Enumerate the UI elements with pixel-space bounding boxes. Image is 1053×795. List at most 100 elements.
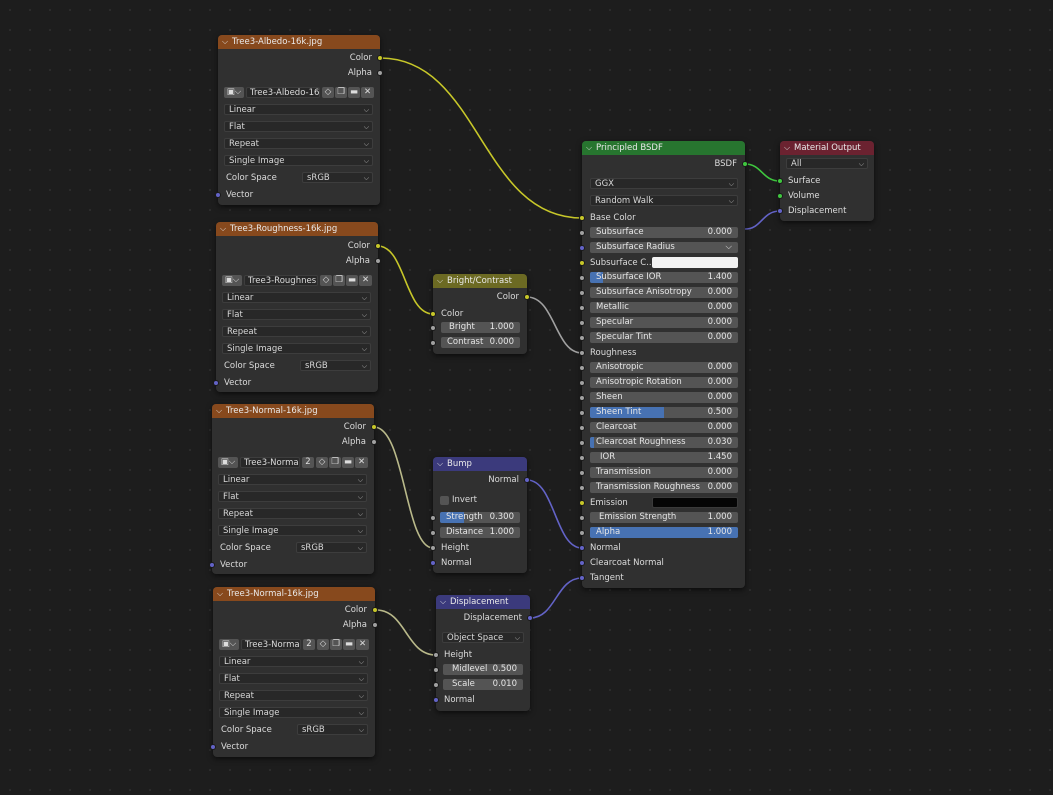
socket-alpha-out[interactable] — [375, 258, 381, 264]
interpolation-dropdown[interactable]: Linear ⌵ — [224, 104, 373, 115]
color-space-dropdown[interactable]: sRGB ⌵ — [302, 172, 373, 183]
subsurface-anisotropy-field[interactable]: Subsurface Anisotropy 0.000 — [590, 287, 738, 298]
socket-color-out[interactable] — [375, 243, 381, 249]
socket-ior-in[interactable] — [579, 455, 585, 461]
color-space-dropdown[interactable]: sRGB ⌵ — [297, 724, 368, 735]
socket-metallic-in[interactable] — [579, 305, 585, 311]
socket-specular-tint-in[interactable] — [579, 335, 585, 341]
alpha-field[interactable]: Alpha 1.000 — [590, 527, 738, 538]
socket-scale-in[interactable] — [433, 682, 439, 688]
socket-subsurface-in[interactable] — [579, 230, 585, 236]
source-dropdown[interactable]: Single Image ⌵ — [219, 707, 368, 718]
socket-alpha-in[interactable] — [579, 530, 585, 536]
socket-bsdf-out[interactable] — [742, 161, 748, 167]
subsurface-field[interactable]: Subsurface 0.000 — [590, 227, 738, 238]
extension-dropdown[interactable]: Repeat ⌵ — [219, 690, 368, 701]
socket-anisotropic-rotation-in[interactable] — [579, 380, 585, 386]
socket-surface-in[interactable] — [777, 178, 783, 184]
sheen-field[interactable]: Sheen 0.000 — [590, 392, 738, 403]
fake-user-shield-icon[interactable]: ◇ — [320, 275, 332, 286]
close-icon[interactable]: ✕ — [359, 275, 372, 286]
displacement-node[interactable]: ⌵ Displacement Displacement Object Space ⌵… — [433, 595, 533, 711]
distance-field[interactable]: Distance 1.000 — [440, 527, 520, 538]
chevron-down-icon[interactable]: ⌵ — [217, 587, 223, 601]
open-folder-icon[interactable]: ▬ — [342, 457, 354, 468]
anisotropic-rotation-field[interactable]: Anisotropic Rotation 0.000 — [590, 377, 738, 388]
node-header[interactable]: ⌵ Tree3-Roughness-16k.jpg — [216, 222, 378, 236]
bright-field[interactable]: Bright 1.000 — [441, 322, 520, 333]
scale-field[interactable]: Scale 0.010 — [443, 679, 523, 690]
color-space-dropdown[interactable]: sRGB ⌵ — [296, 542, 367, 553]
metallic-field[interactable]: Metallic 0.000 — [590, 302, 738, 313]
open-folder-icon[interactable]: ▬ — [343, 639, 355, 650]
socket-vector-in[interactable] — [213, 380, 219, 386]
image-browse-icon[interactable]: ▣⌵ — [224, 87, 244, 98]
socket-anisotropic-in[interactable] — [579, 365, 585, 371]
socket-color-out[interactable] — [377, 55, 383, 61]
socket-sheen-tint-in[interactable] — [579, 410, 585, 416]
projection-dropdown[interactable]: Flat ⌵ — [224, 121, 373, 132]
transmission-field[interactable]: Transmission 0.000 — [590, 467, 738, 478]
clearcoat-roughness-field[interactable]: Clearcoat Roughness 0.030 — [590, 437, 738, 448]
image-name-field[interactable]: Tree3-Norma... — [241, 639, 301, 650]
socket-normal-out[interactable] — [524, 477, 530, 483]
image-name-field[interactable]: Tree3-Albedo-16... — [246, 87, 320, 98]
extension-dropdown[interactable]: Repeat ⌵ — [224, 138, 373, 149]
node-header[interactable]: ⌵ Displacement — [436, 595, 530, 609]
node-header[interactable]: ⌵ Tree3-Albedo-16k.jpg — [218, 35, 380, 49]
target-dropdown[interactable]: All ⌵ — [786, 158, 868, 169]
socket-color-out[interactable] — [524, 294, 530, 300]
subsurface-ior-field[interactable]: Subsurface IOR 1.400 — [590, 272, 738, 283]
contrast-field[interactable]: Contrast 0.000 — [441, 337, 520, 348]
anisotropic-field[interactable]: Anisotropic 0.000 — [590, 362, 738, 373]
socket-bright-in[interactable] — [430, 325, 436, 331]
image-selector[interactable]: ▣⌵ Tree3-Norma... 2 ◇ ❐ ▬ ✕ — [219, 639, 369, 651]
socket-color-out[interactable] — [372, 607, 378, 613]
socket-height-in[interactable] — [433, 652, 439, 658]
bump-node[interactable]: ⌵ Bump Normal Invert Strength 0.300 Distan… — [430, 457, 530, 573]
specular-tint-field[interactable]: Specular Tint 0.000 — [590, 332, 738, 343]
projection-dropdown[interactable]: Flat ⌵ — [218, 491, 367, 502]
socket-strength-in[interactable] — [430, 515, 436, 521]
node-header[interactable]: ⌵ Bright/Contrast — [433, 274, 527, 288]
bright-contrast-node[interactable]: ⌵ Bright/Contrast Color Color Bright 1.000… — [430, 274, 530, 354]
node-header[interactable]: ⌵ Bump — [433, 457, 527, 471]
socket-distance-in[interactable] — [430, 530, 436, 536]
socket-emission-strength-in[interactable] — [579, 515, 585, 521]
chevron-down-icon[interactable]: ⌵ — [437, 274, 443, 288]
image-selector[interactable]: ▣⌵ Tree3-Norma... 2 ◇ ❐ ▬ ✕ — [218, 457, 368, 469]
emission-strength-field[interactable]: Emission Strength 1.000 — [590, 512, 738, 523]
source-dropdown[interactable]: Single Image ⌵ — [222, 343, 371, 354]
interpolation-dropdown[interactable]: Linear ⌵ — [218, 474, 367, 485]
socket-normal-in[interactable] — [430, 560, 436, 566]
socket-vector-in[interactable] — [210, 744, 216, 750]
fake-user-shield-icon[interactable]: ◇ — [316, 457, 328, 468]
close-icon[interactable]: ✕ — [356, 639, 369, 650]
source-dropdown[interactable]: Single Image ⌵ — [218, 525, 367, 536]
image-texture-node-normal-1[interactable]: ⌵ Tree3-Normal-16k.jpg Color Alpha ▣⌵ Tre… — [209, 404, 377, 574]
socket-transmission-in[interactable] — [579, 470, 585, 476]
image-texture-node-albedo[interactable]: ⌵ Tree3-Albedo-16k.jpg Color Alpha ▣⌵ Tre… — [215, 35, 383, 205]
image-browse-icon[interactable]: ▣⌵ — [219, 639, 239, 650]
socket-tangent-in[interactable] — [579, 575, 585, 581]
socket-displacement-out[interactable] — [527, 615, 533, 621]
image-browse-icon[interactable]: ▣⌵ — [222, 275, 242, 286]
socket-alpha-out[interactable] — [372, 622, 378, 628]
clearcoat-field[interactable]: Clearcoat 0.000 — [590, 422, 738, 433]
midlevel-field[interactable]: Midlevel 0.500 — [443, 664, 523, 675]
subsurface-method-dropdown[interactable]: Random Walk ⌵ — [590, 195, 738, 206]
close-icon[interactable]: ✕ — [355, 457, 368, 468]
socket-volume-in[interactable] — [777, 193, 783, 199]
socket-displacement-in[interactable] — [777, 208, 783, 214]
socket-alpha-out[interactable] — [377, 70, 383, 76]
fake-user-shield-icon[interactable]: ◇ — [322, 87, 334, 98]
duplicate-icon[interactable]: ❐ — [333, 275, 345, 286]
socket-emission-in[interactable] — [579, 500, 585, 506]
image-selector[interactable]: ▣⌵ Tree3-Roughnes... ◇ ❐ ▬ ✕ — [222, 275, 372, 287]
socket-alpha-out[interactable] — [371, 439, 377, 445]
open-folder-icon[interactable]: ▬ — [346, 275, 358, 286]
user-count[interactable]: 2 — [302, 457, 314, 468]
socket-sheen-in[interactable] — [579, 395, 585, 401]
ior-field[interactable]: IOR 1.450 — [590, 452, 738, 463]
socket-color-out[interactable] — [371, 424, 377, 430]
